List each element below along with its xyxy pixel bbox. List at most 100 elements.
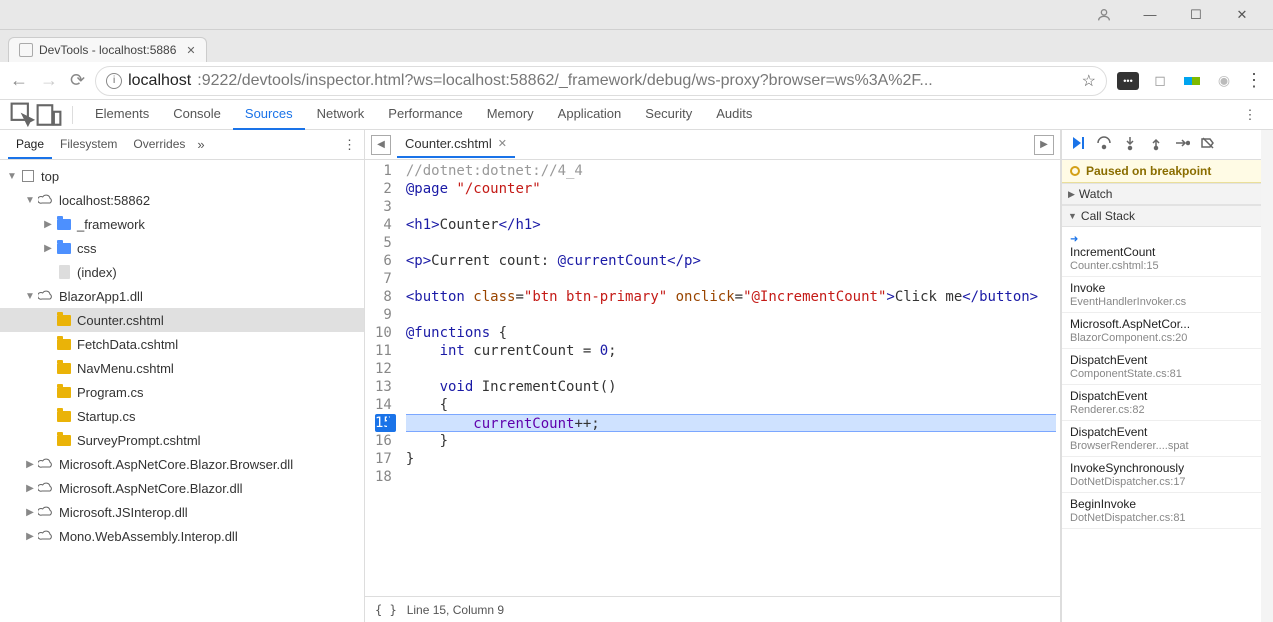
toggle-debugger-icon[interactable]: ▶ [1034, 135, 1054, 155]
more-tabs-icon[interactable]: » [197, 137, 204, 152]
code-line[interactable]: @functions { [406, 324, 1060, 342]
stack-frame[interactable]: BeginInvokeDotNetDispatcher.cs:81 [1062, 493, 1261, 529]
tree-item[interactable]: FetchData.cshtml [0, 332, 364, 356]
browser-tab[interactable]: DevTools - localhost:5886 ✕ [8, 37, 207, 62]
expand-arrow-icon[interactable]: ▼ [6, 171, 18, 182]
close-tab-icon[interactable]: ✕ [186, 44, 195, 57]
toggle-navigator-icon[interactable]: ◀ [371, 135, 391, 155]
expand-arrow-icon[interactable]: ▶ [42, 243, 54, 254]
navigator-tab-page[interactable]: Page [8, 131, 52, 159]
code-line[interactable]: { [406, 396, 1060, 414]
site-info-icon[interactable]: i [106, 73, 122, 89]
devtools-tab-network[interactable]: Network [305, 99, 377, 130]
deactivate-breakpoints-icon[interactable] [1200, 135, 1216, 154]
line-number[interactable]: 13 [375, 378, 392, 396]
line-number[interactable]: 18 [375, 468, 392, 486]
tree-item[interactable]: SurveyPrompt.cshtml [0, 428, 364, 452]
callstack-section-header[interactable]: ▼Call Stack [1062, 205, 1261, 227]
line-number[interactable]: 9 [375, 306, 392, 324]
tree-item[interactable]: Startup.cs [0, 404, 364, 428]
line-number[interactable]: 10 [375, 324, 392, 342]
bookmark-star-icon[interactable]: ☆ [1082, 71, 1096, 91]
editor-tab[interactable]: Counter.cshtml ✕ [397, 131, 515, 158]
stack-frame[interactable]: InvokeSynchronouslyDotNetDispatcher.cs:1… [1062, 457, 1261, 493]
line-number[interactable]: 6 [375, 252, 392, 270]
devtools-tab-security[interactable]: Security [633, 99, 704, 130]
line-number[interactable]: 4 [375, 216, 392, 234]
tree-item[interactable]: ▶_framework [0, 212, 364, 236]
step-into-icon[interactable] [1122, 135, 1138, 154]
stack-frame[interactable]: DispatchEventBrowserRenderer....spat [1062, 421, 1261, 457]
code-line[interactable]: void IncrementCount() [406, 378, 1060, 396]
code-line[interactable]: @page "/counter" [406, 180, 1060, 198]
watch-section-header[interactable]: ▶Watch [1062, 183, 1261, 205]
navigator-tab-filesystem[interactable]: Filesystem [52, 131, 125, 159]
devtools-tab-audits[interactable]: Audits [704, 99, 764, 130]
line-number[interactable]: 15 [375, 414, 396, 432]
tree-item[interactable]: Counter.cshtml [0, 308, 364, 332]
extension-icon-4[interactable]: ◉ [1213, 70, 1235, 92]
inspect-element-icon[interactable] [10, 102, 36, 128]
minimize-button[interactable]: — [1127, 0, 1173, 30]
code-line[interactable] [406, 468, 1060, 486]
code-line[interactable]: int currentCount = 0; [406, 342, 1060, 360]
code-line[interactable] [406, 360, 1060, 378]
code-line[interactable]: } [406, 432, 1060, 450]
tree-item[interactable]: ▶Microsoft.JSInterop.dll [0, 500, 364, 524]
tree-item[interactable]: ▶Microsoft.AspNetCore.Blazor.dll [0, 476, 364, 500]
devtools-tab-console[interactable]: Console [161, 99, 233, 130]
expand-arrow-icon[interactable]: ▶ [24, 531, 36, 542]
devtools-tab-memory[interactable]: Memory [475, 99, 546, 130]
code-line[interactable] [406, 306, 1060, 324]
code-line[interactable] [406, 270, 1060, 288]
tree-item[interactable]: Program.cs [0, 380, 364, 404]
expand-arrow-icon[interactable]: ▼ [24, 195, 36, 206]
vertical-scrollbar[interactable] [1261, 130, 1273, 622]
step-over-icon[interactable] [1096, 135, 1112, 154]
tree-item[interactable]: ▶Microsoft.AspNetCore.Blazor.Browser.dll [0, 452, 364, 476]
line-number[interactable]: 3 [375, 198, 392, 216]
tree-item[interactable]: ▶Mono.WebAssembly.Interop.dll [0, 524, 364, 548]
user-icon[interactable] [1081, 0, 1127, 30]
line-number[interactable]: 8 [375, 288, 392, 306]
expand-arrow-icon[interactable]: ▶ [42, 219, 54, 230]
stack-frame[interactable]: DispatchEventRenderer.cs:82 [1062, 385, 1261, 421]
maximize-button[interactable]: ☐ [1173, 0, 1219, 30]
code-line[interactable]: //dotnet:dotnet://4_4 [406, 162, 1060, 180]
device-toolbar-icon[interactable] [36, 102, 62, 128]
code-line[interactable] [406, 198, 1060, 216]
devtools-tab-application[interactable]: Application [546, 99, 634, 130]
stack-frame[interactable]: DispatchEventComponentState.cs:81 [1062, 349, 1261, 385]
extension-icon-2[interactable]: ◻ [1149, 70, 1171, 92]
line-number[interactable]: 2 [375, 180, 392, 198]
line-number[interactable]: 14 [375, 396, 392, 414]
tree-item[interactable]: ▼localhost:58862 [0, 188, 364, 212]
tree-item[interactable]: ▼top [0, 164, 364, 188]
tree-item[interactable]: ▶css [0, 236, 364, 260]
tree-item[interactable]: NavMenu.cshtml [0, 356, 364, 380]
line-number[interactable]: 17 [375, 450, 392, 468]
url-box[interactable]: i localhost :9222/devtools/inspector.htm… [95, 66, 1107, 96]
code-line[interactable]: } [406, 450, 1060, 468]
code-line[interactable]: <p>Current count: @currentCount</p> [406, 252, 1060, 270]
devtools-tab-performance[interactable]: Performance [376, 99, 474, 130]
line-number[interactable]: 12 [375, 360, 392, 378]
expand-arrow-icon[interactable]: ▼ [24, 291, 36, 302]
back-icon[interactable]: ← [10, 70, 28, 91]
browser-menu-icon[interactable]: ⋮ [1245, 70, 1263, 91]
tree-item[interactable]: (index) [0, 260, 364, 284]
pretty-print-icon[interactable]: { } [375, 603, 397, 617]
expand-arrow-icon[interactable]: ▶ [24, 483, 36, 494]
resume-icon[interactable] [1070, 135, 1086, 154]
navigator-tab-overrides[interactable]: Overrides [125, 131, 193, 159]
code-line[interactable]: <h1>Counter</h1> [406, 216, 1060, 234]
devtools-menu-icon[interactable]: ⋮ [1237, 102, 1263, 128]
code-line[interactable] [406, 234, 1060, 252]
close-editor-tab-icon[interactable]: ✕ [498, 137, 507, 150]
reload-icon[interactable]: ⟳ [70, 70, 85, 91]
line-number[interactable]: 16 [375, 432, 392, 450]
stack-frame[interactable]: InvokeEventHandlerInvoker.cs [1062, 277, 1261, 313]
line-number[interactable]: 5 [375, 234, 392, 252]
navigator-menu-icon[interactable]: ⋮ [343, 137, 356, 153]
tree-item[interactable]: ▼BlazorApp1.dll [0, 284, 364, 308]
